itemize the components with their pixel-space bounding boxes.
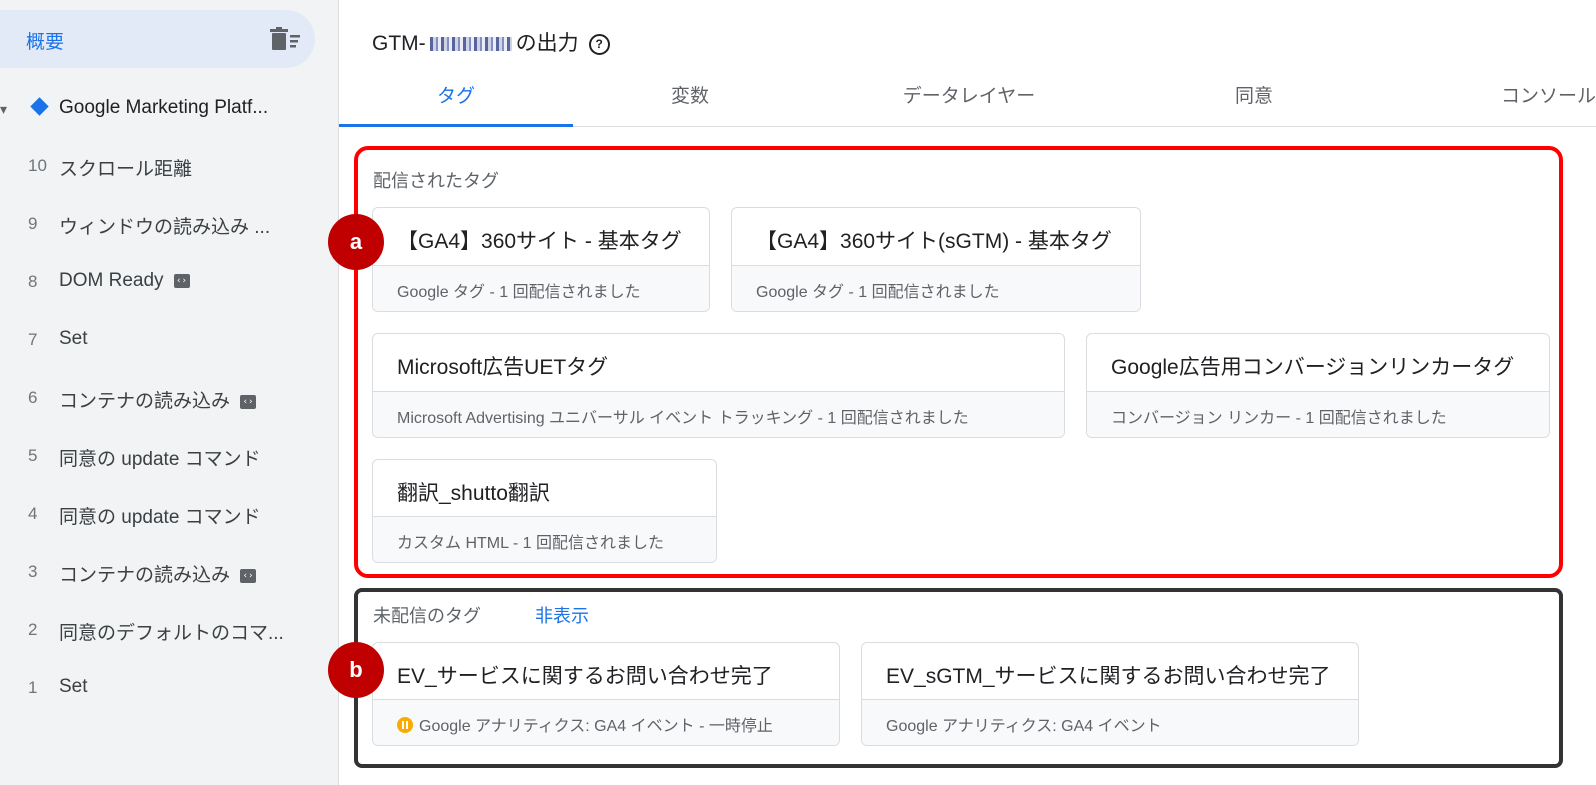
tag-title: 翻訳_shutto翻訳 xyxy=(397,482,550,505)
tag-footer: Google アナリティクス: GA4 イベント xyxy=(862,699,1358,745)
event-label: Set xyxy=(59,328,88,349)
paused-icon xyxy=(397,717,413,733)
event-number: 8 xyxy=(28,272,38,291)
event-label: 同意の update コマンド xyxy=(59,507,261,528)
gmp-diamond-icon xyxy=(30,97,49,116)
tag-footer: Google タグ - 1 回配信されました xyxy=(373,265,709,311)
event-label: 同意の update コマンド xyxy=(59,449,261,470)
summary-item[interactable]: 概要 xyxy=(0,10,315,68)
tag-card[interactable]: Microsoft広告UETタグ Microsoft Advertising ユ… xyxy=(372,333,1065,438)
collapse-caret-icon[interactable]: ▾ xyxy=(0,101,7,118)
code-icon: ‹› xyxy=(240,568,257,583)
tag-card[interactable]: Google広告用コンバージョンリンカータグ コンバージョン リンカー - 1 … xyxy=(1086,333,1550,438)
event-number: 3 xyxy=(28,562,38,581)
hide-link[interactable]: 非表示 xyxy=(535,602,589,628)
tag-title: EV_sGTM_サービスに関するお問い合わせ完了 xyxy=(886,665,1331,688)
tag-card[interactable]: EV_サービスに関するお問い合わせ完了 Google アナリティクス: GA4 … xyxy=(372,642,840,746)
event-label: DOM Ready ‹› xyxy=(59,270,190,292)
event-item[interactable]: 7 Set xyxy=(0,324,338,358)
redacted-container-id xyxy=(429,37,512,52)
event-item[interactable]: 6 コンテナの読み込み ‹› xyxy=(0,382,338,416)
tag-subtitle: カスタム HTML - 1 回配信されました xyxy=(397,535,664,552)
tag-subtitle: Google アナリティクス: GA4 イベント xyxy=(886,718,1162,735)
tab-consent[interactable]: 同意 xyxy=(1159,70,1349,126)
tag-card[interactable]: 翻訳_shutto翻訳 カスタム HTML - 1 回配信されました xyxy=(372,459,717,563)
event-item[interactable]: 5 同意の update コマンド xyxy=(0,440,338,474)
tag-card[interactable]: EV_sGTM_サービスに関するお問い合わせ完了 Google アナリティクス:… xyxy=(861,642,1359,746)
event-number: 5 xyxy=(28,446,38,465)
event-number: 2 xyxy=(28,620,38,639)
page-title: GTM- の出力? xyxy=(372,27,610,57)
tag-title: EV_サービスに関するお問い合わせ完了 xyxy=(397,665,773,688)
tag-footer: コンバージョン リンカー - 1 回配信されました xyxy=(1087,391,1549,437)
event-number: 10 xyxy=(28,156,47,175)
event-number: 9 xyxy=(28,214,38,233)
event-item[interactable]: 3 コンテナの読み込み ‹› xyxy=(0,556,338,590)
tag-title: Microsoft広告UETタグ xyxy=(397,356,609,379)
help-icon[interactable]: ? xyxy=(588,33,610,55)
event-label: ウィンドウの読み込み ... xyxy=(59,217,271,238)
tag-footer: Google アナリティクス: GA4 イベント - 一時停止 xyxy=(373,699,839,745)
tag-subtitle-line: Google アナリティクス: GA4 イベント - 一時停止 xyxy=(397,712,773,736)
event-item[interactable]: 9 ウィンドウの読み込み ... xyxy=(0,208,338,242)
tag-subtitle: Google タグ - 1 回配信されました xyxy=(756,284,1000,301)
output-tabs: タグ 変数 データレイヤー 同意 コンソール xyxy=(339,70,1596,127)
event-item[interactable]: 4 同意の update コマンド xyxy=(0,498,338,532)
annotation-marker-b: b xyxy=(328,642,384,698)
title-suffix: の出力 xyxy=(515,32,579,55)
tab-tags[interactable]: タグ xyxy=(339,70,573,126)
summary-label: 概要 xyxy=(26,32,65,53)
event-label: コンテナの読み込み ‹› xyxy=(59,560,257,587)
container-item[interactable]: ▾ Google Marketing Platf... xyxy=(0,92,338,126)
container-label: Google Marketing Platf... xyxy=(59,97,269,118)
tag-card[interactable]: 【GA4】360サイト(sGTM) - 基本タグ Google タグ - 1 回… xyxy=(731,207,1141,312)
event-item[interactable]: 8 DOM Ready ‹› xyxy=(0,266,338,300)
event-number: 6 xyxy=(28,388,38,407)
tag-footer: カスタム HTML - 1 回配信されました xyxy=(373,516,716,562)
event-label: コンテナの読み込み ‹› xyxy=(59,386,257,413)
event-number: 1 xyxy=(28,678,38,697)
event-item[interactable]: 10 スクロール距離 xyxy=(0,150,338,184)
tag-footer: Google タグ - 1 回配信されました xyxy=(732,265,1140,311)
event-label: 同意のデフォルトのコマ... xyxy=(59,623,284,644)
event-item[interactable]: 1 Set xyxy=(0,672,338,706)
tag-card[interactable]: 【GA4】360サイト - 基本タグ Google タグ - 1 回配信されまし… xyxy=(372,207,710,312)
clear-list-icon[interactable] xyxy=(270,27,300,51)
tag-title: 【GA4】360サイト(sGTM) - 基本タグ xyxy=(756,230,1112,253)
fired-tags-label: 配信されたタグ xyxy=(373,171,499,191)
tag-title: 【GA4】360サイト - 基本タグ xyxy=(397,230,682,253)
tab-data-layer[interactable]: データレイヤー xyxy=(859,70,1079,126)
sidebar: 概要 ▾ Google Marketing Platf... 10 スクロール距… xyxy=(0,0,338,785)
annotation-marker-a: a xyxy=(328,214,384,270)
not-fired-tags-label: 未配信のタグ xyxy=(373,606,481,626)
code-icon: ‹› xyxy=(173,273,190,288)
event-label: Set xyxy=(59,676,88,697)
tab-variables[interactable]: 変数 xyxy=(573,70,807,126)
tag-subtitle: Microsoft Advertising ユニバーサル イベント トラッキング… xyxy=(397,410,969,427)
event-number: 7 xyxy=(28,330,38,349)
active-tab-indicator xyxy=(339,124,573,127)
tab-console[interactable]: コンソール xyxy=(1439,70,1596,126)
tag-subtitle: コンバージョン リンカー - 1 回配信されました xyxy=(1111,410,1447,427)
event-item[interactable]: 2 同意のデフォルトのコマ... xyxy=(0,614,338,648)
event-number: 4 xyxy=(28,504,38,523)
tag-footer: Microsoft Advertising ユニバーサル イベント トラッキング… xyxy=(373,391,1064,437)
code-icon: ‹› xyxy=(240,394,257,409)
tag-subtitle: Google タグ - 1 回配信されました xyxy=(397,284,641,301)
event-label: スクロール距離 xyxy=(59,159,193,180)
title-prefix: GTM- xyxy=(372,32,426,55)
tag-title: Google広告用コンバージョンリンカータグ xyxy=(1111,356,1515,379)
